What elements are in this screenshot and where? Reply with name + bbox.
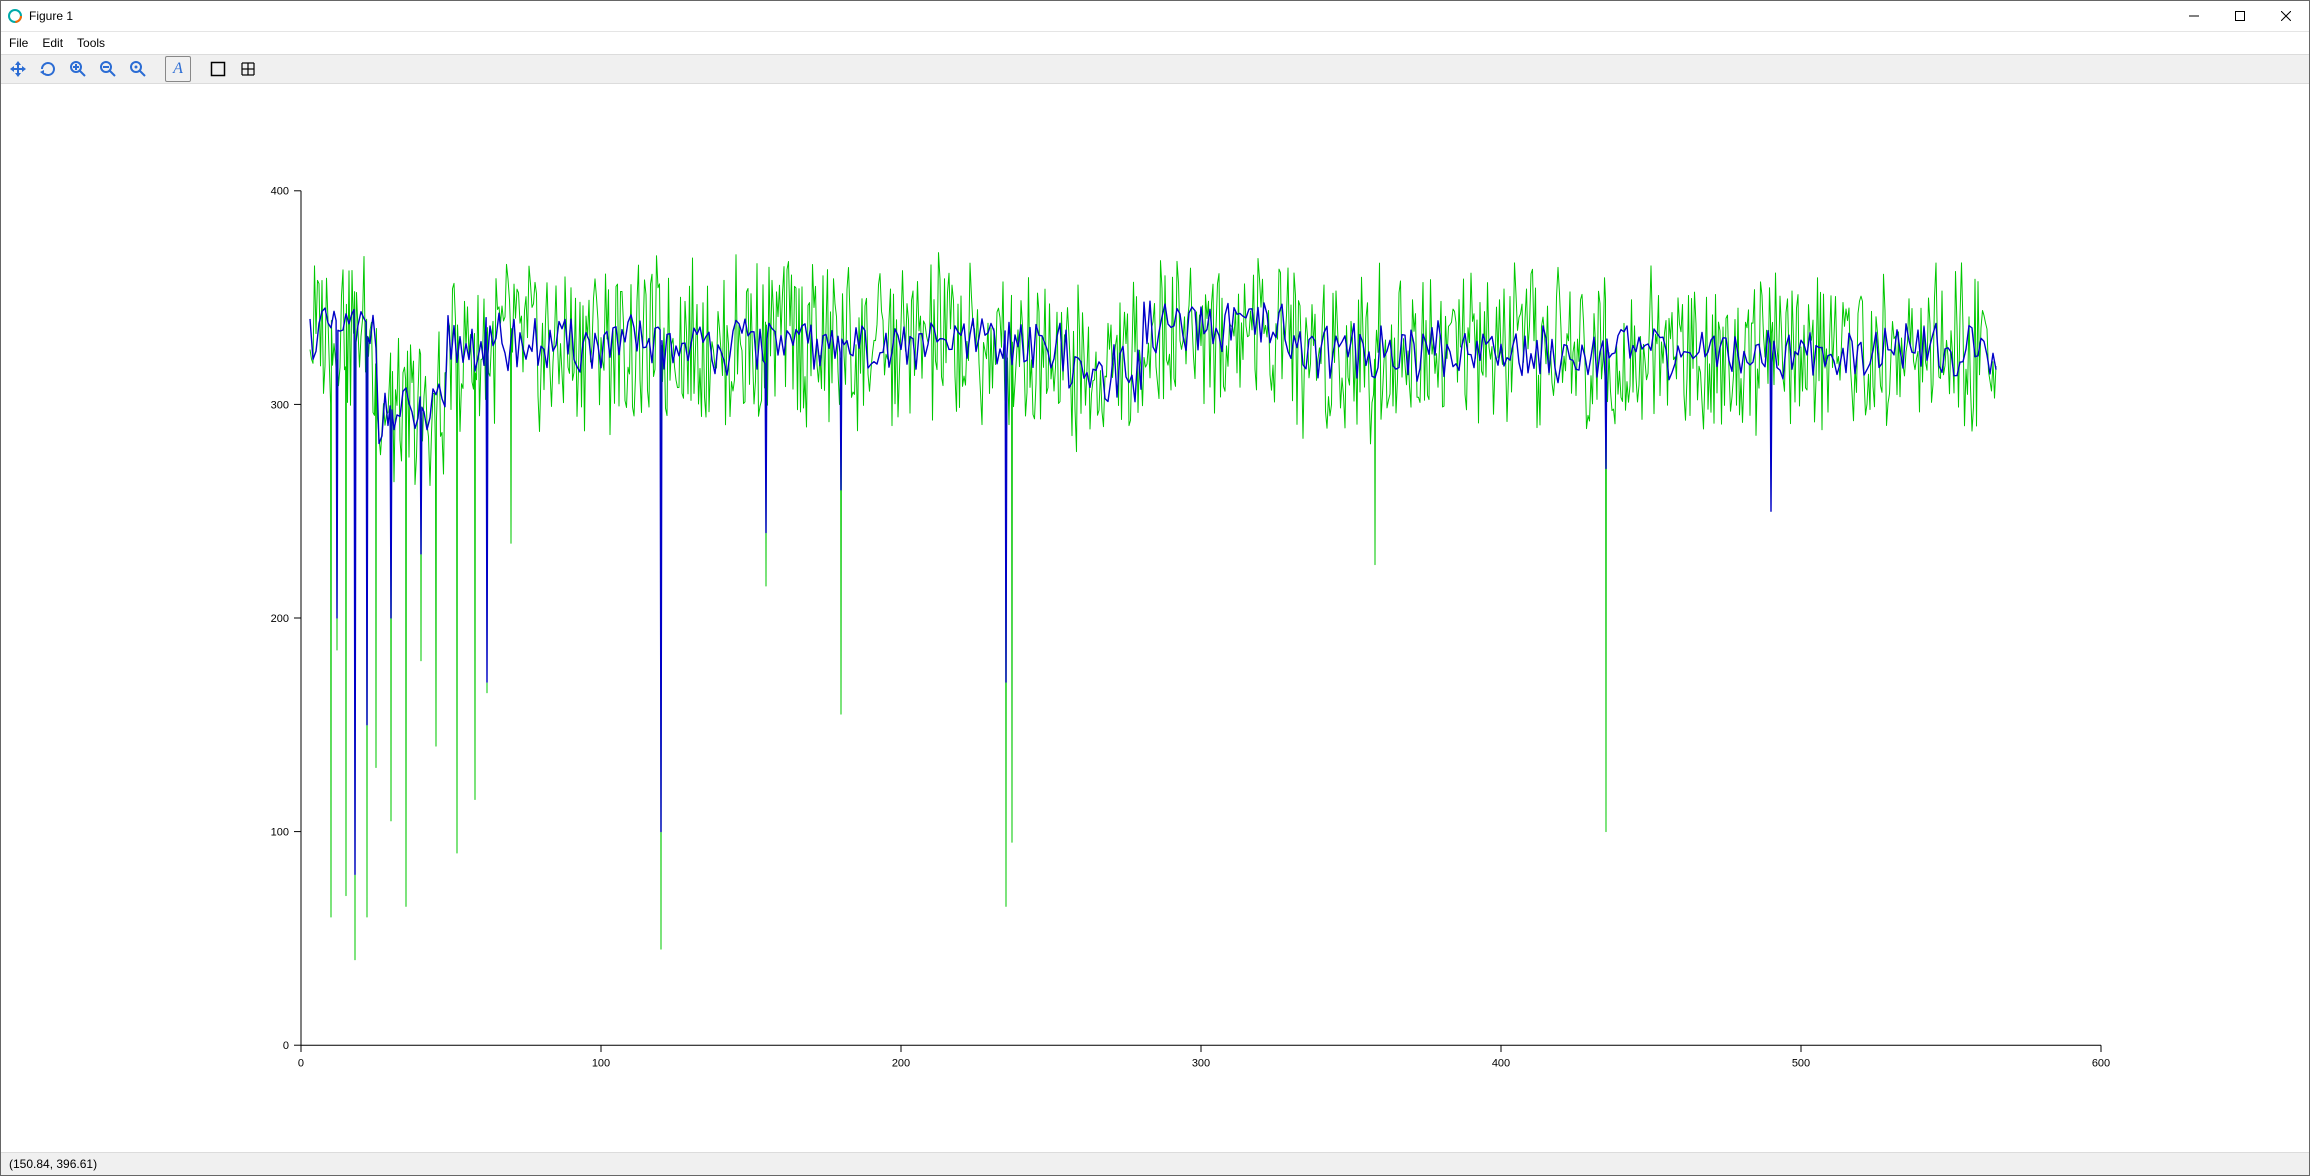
svg-text:100: 100 xyxy=(271,827,289,839)
window-title: Figure 1 xyxy=(29,9,73,23)
svg-text:300: 300 xyxy=(1192,1058,1210,1070)
figure-window: Figure 1 File Edit Tools xyxy=(0,0,2310,1176)
toolbar: A xyxy=(1,54,2309,84)
svg-text:600: 600 xyxy=(2092,1058,2110,1070)
toggle-axes-icon[interactable] xyxy=(205,56,231,82)
minimize-button[interactable] xyxy=(2171,1,2217,31)
svg-text:400: 400 xyxy=(1492,1058,1510,1070)
menubar: File Edit Tools xyxy=(1,32,2309,54)
rotate-icon[interactable] xyxy=(35,56,61,82)
window-controls xyxy=(2171,1,2309,31)
close-button[interactable] xyxy=(2263,1,2309,31)
svg-text:0: 0 xyxy=(298,1058,304,1070)
menu-file[interactable]: File xyxy=(9,36,28,50)
octave-app-icon xyxy=(7,8,23,24)
svg-text:100: 100 xyxy=(592,1058,610,1070)
menu-edit[interactable]: Edit xyxy=(42,36,63,50)
toggle-grid-icon[interactable] xyxy=(235,56,261,82)
svg-text:300: 300 xyxy=(271,399,289,411)
titlebar: Figure 1 xyxy=(1,1,2309,32)
plot-canvas: 0 100 200 300 400 500 600 0 100 200 300 400 xyxy=(1,84,2309,1152)
svg-text:0: 0 xyxy=(283,1040,289,1052)
statusbar: (150.84, 396.61) xyxy=(1,1152,2309,1175)
pan-icon[interactable] xyxy=(5,56,31,82)
zoom-out-icon[interactable] xyxy=(95,56,121,82)
svg-text:400: 400 xyxy=(271,186,289,198)
maximize-button[interactable] xyxy=(2217,1,2263,31)
svg-text:500: 500 xyxy=(1792,1058,1810,1070)
titlebar-left: Figure 1 xyxy=(1,8,73,24)
autoscale-icon[interactable] xyxy=(125,56,151,82)
zoom-in-icon[interactable] xyxy=(65,56,91,82)
svg-text:200: 200 xyxy=(892,1058,910,1070)
cursor-coords: (150.84, 396.61) xyxy=(9,1157,97,1171)
svg-text:200: 200 xyxy=(271,613,289,625)
menu-tools[interactable]: Tools xyxy=(77,36,105,50)
plot-area[interactable]: 0 100 200 300 400 500 600 0 100 200 300 400 xyxy=(1,84,2309,1152)
text-insert-icon[interactable]: A xyxy=(165,56,191,82)
